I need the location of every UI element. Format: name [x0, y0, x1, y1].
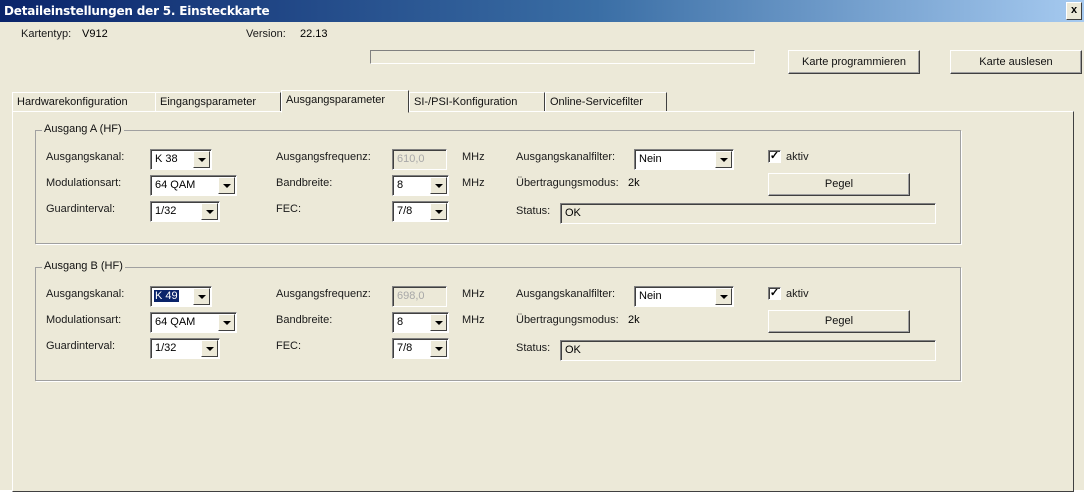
status-field: OK [560, 340, 936, 361]
chevron-down-icon[interactable] [218, 177, 235, 194]
ausgangsfrequenz-value: 698,0 [397, 290, 425, 302]
modulationsart-label: Modulationsart: [46, 314, 122, 326]
chevron-down-icon[interactable] [218, 314, 235, 331]
guardinterval-select[interactable]: 1/32 [150, 338, 220, 359]
chevron-down-icon[interactable] [430, 203, 447, 220]
guardinterval-label: Guardinterval: [46, 203, 116, 215]
fec-label: FEC: [276, 203, 302, 215]
dialog-window: Detaileinstellungen der 5. Einsteckkarte… [0, 0, 1084, 492]
mhz-unit: MHz [462, 151, 485, 163]
chevron-down-icon[interactable] [430, 314, 447, 331]
fec-select[interactable]: 7/8 [392, 338, 449, 359]
status-label: Status: [516, 342, 551, 354]
mhz-unit: MHz [462, 177, 485, 189]
programming-progress-bar [370, 50, 755, 64]
kanalfilter-value: Nein [639, 290, 662, 302]
modulationsart-value: 64 QAM [155, 316, 196, 328]
ausgangskanal-label: Ausgangskanal: [46, 288, 125, 300]
ausgangskanal-value: K 38 [155, 153, 178, 165]
ausgangsfrequenz-field: 698,0 [392, 286, 447, 307]
kartentyp-label: Kartentyp: [21, 28, 72, 40]
guardinterval-value: 1/32 [155, 342, 177, 354]
ausgangskanal-value: K 49 [153, 289, 180, 303]
chevron-down-icon[interactable] [201, 203, 218, 220]
fec-label: FEC: [276, 340, 302, 352]
group-ausgang-a: Ausgang A (HF) Ausgangskanal: K 38 Modul… [35, 123, 961, 244]
window-title: Detaileinstellungen der 5. Einsteckkarte [4, 4, 270, 18]
status-label: Status: [516, 205, 551, 217]
bandbreite-label: Bandbreite: [276, 177, 333, 189]
status-value: OK [565, 207, 581, 219]
uebertragungsmodus-label: Übertragungsmodus: [516, 177, 619, 189]
chevron-down-icon[interactable] [430, 340, 447, 357]
program-card-button[interactable]: Karte programmieren [788, 50, 920, 74]
ausgangsfrequenz-label: Ausgangsfrequenz: [276, 288, 371, 300]
bandbreite-value: 8 [397, 316, 404, 328]
tab-online-servicefilter[interactable]: Online-Servicefilter [545, 92, 667, 112]
uebertragungsmodus-value: 2k [628, 177, 640, 189]
modulationsart-select[interactable]: 64 QAM [150, 175, 237, 196]
ausgangsfrequenz-label: Ausgangsfrequenz: [276, 151, 371, 163]
bandbreite-label: Bandbreite: [276, 314, 333, 326]
read-card-button[interactable]: Karte auslesen [950, 50, 1082, 74]
tab-si-psi-konfiguration[interactable]: SI-/PSI-Konfiguration [409, 92, 545, 112]
ausgangskanal-select[interactable]: K 49 [150, 286, 212, 307]
version-value: 22.13 [300, 28, 328, 40]
aktiv-checkbox[interactable]: ✓ [768, 287, 781, 300]
chevron-down-icon[interactable] [201, 340, 218, 357]
chevron-down-icon[interactable] [193, 151, 210, 168]
ausgangsfrequenz-value: 610,0 [397, 153, 425, 165]
kanalfilter-select[interactable]: Nein [634, 149, 734, 170]
chevron-down-icon[interactable] [193, 288, 210, 305]
mhz-unit: MHz [462, 288, 485, 300]
pegel-button[interactable]: Pegel [768, 173, 910, 196]
group-title: Ausgang B (HF) [42, 260, 125, 272]
kanalfilter-value: Nein [639, 153, 662, 165]
bandbreite-value: 8 [397, 179, 404, 191]
kartentyp-value: V912 [82, 28, 108, 40]
fec-value: 7/8 [397, 205, 413, 217]
status-value: OK [565, 344, 581, 356]
mhz-unit: MHz [462, 314, 485, 326]
tab-hardwarekonfiguration[interactable]: Hardwarekonfiguration [12, 92, 156, 112]
ausgangskanal-label: Ausgangskanal: [46, 151, 125, 163]
aktiv-label: aktiv [786, 151, 809, 163]
tab-ausgangsparameter[interactable]: Ausgangsparameter [281, 90, 409, 113]
aktiv-checkbox[interactable]: ✓ [768, 150, 781, 163]
group-title: Ausgang A (HF) [42, 123, 124, 135]
version-label: Version: [246, 28, 286, 40]
uebertragungsmodus-value: 2k [628, 314, 640, 326]
ausgangsfrequenz-field: 610,0 [392, 149, 447, 170]
tab-eingangsparameter[interactable]: Eingangsparameter [155, 92, 281, 112]
modulationsart-label: Modulationsart: [46, 177, 122, 189]
bandbreite-select[interactable]: 8 [392, 312, 449, 333]
title-bar: Detaileinstellungen der 5. Einsteckkarte… [0, 0, 1084, 22]
ausgangskanal-select[interactable]: K 38 [150, 149, 212, 170]
aktiv-label: aktiv [786, 288, 809, 300]
uebertragungsmodus-label: Übertragungsmodus: [516, 314, 619, 326]
modulationsart-select[interactable]: 64 QAM [150, 312, 237, 333]
kanalfilter-select[interactable]: Nein [634, 286, 734, 307]
bandbreite-select[interactable]: 8 [392, 175, 449, 196]
ausgangsparameter-panel: Ausgang A (HF) Ausgangskanal: K 38 Modul… [12, 111, 1074, 492]
chevron-down-icon[interactable] [430, 177, 447, 194]
fec-select[interactable]: 7/8 [392, 201, 449, 222]
guardinterval-select[interactable]: 1/32 [150, 201, 220, 222]
chevron-down-icon[interactable] [715, 288, 732, 305]
chevron-down-icon[interactable] [715, 151, 732, 168]
close-button[interactable]: x [1066, 2, 1082, 20]
kanalfilter-label: Ausgangskanalfilter: [516, 151, 616, 163]
guardinterval-value: 1/32 [155, 205, 177, 217]
modulationsart-value: 64 QAM [155, 179, 196, 191]
fec-value: 7/8 [397, 342, 413, 354]
pegel-button[interactable]: Pegel [768, 310, 910, 333]
guardinterval-label: Guardinterval: [46, 340, 116, 352]
kanalfilter-label: Ausgangskanalfilter: [516, 288, 616, 300]
status-field: OK [560, 203, 936, 224]
group-ausgang-b: Ausgang B (HF) Ausgangskanal: K 49 Modul… [35, 260, 961, 381]
